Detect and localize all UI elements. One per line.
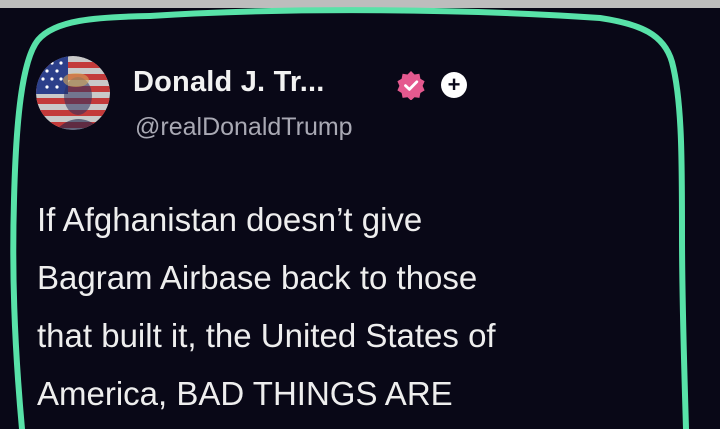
screenshot: Donald J. Tr... + @realDonaldTrump If Af… — [0, 0, 720, 429]
tweet-text-line: America, BAD THINGS ARE — [37, 375, 453, 412]
american-flag-portrait-icon — [36, 56, 110, 130]
tweet-text-line: that built it, the United States of — [37, 317, 496, 354]
display-name[interactable]: Donald J. Tr... — [133, 66, 325, 99]
top-margin-strip — [0, 0, 720, 8]
plus-icon[interactable]: + — [441, 72, 467, 98]
verified-badge-icon — [396, 70, 426, 101]
tweet-text: If Afghanistan doesn’t give Bagram Airba… — [37, 191, 697, 423]
tweet-text-line: Bagram Airbase back to those — [37, 259, 478, 296]
avatar[interactable] — [36, 56, 110, 130]
user-handle[interactable]: @realDonaldTrump — [135, 113, 353, 142]
tweet-text-line: If Afghanistan doesn’t give — [37, 201, 423, 238]
